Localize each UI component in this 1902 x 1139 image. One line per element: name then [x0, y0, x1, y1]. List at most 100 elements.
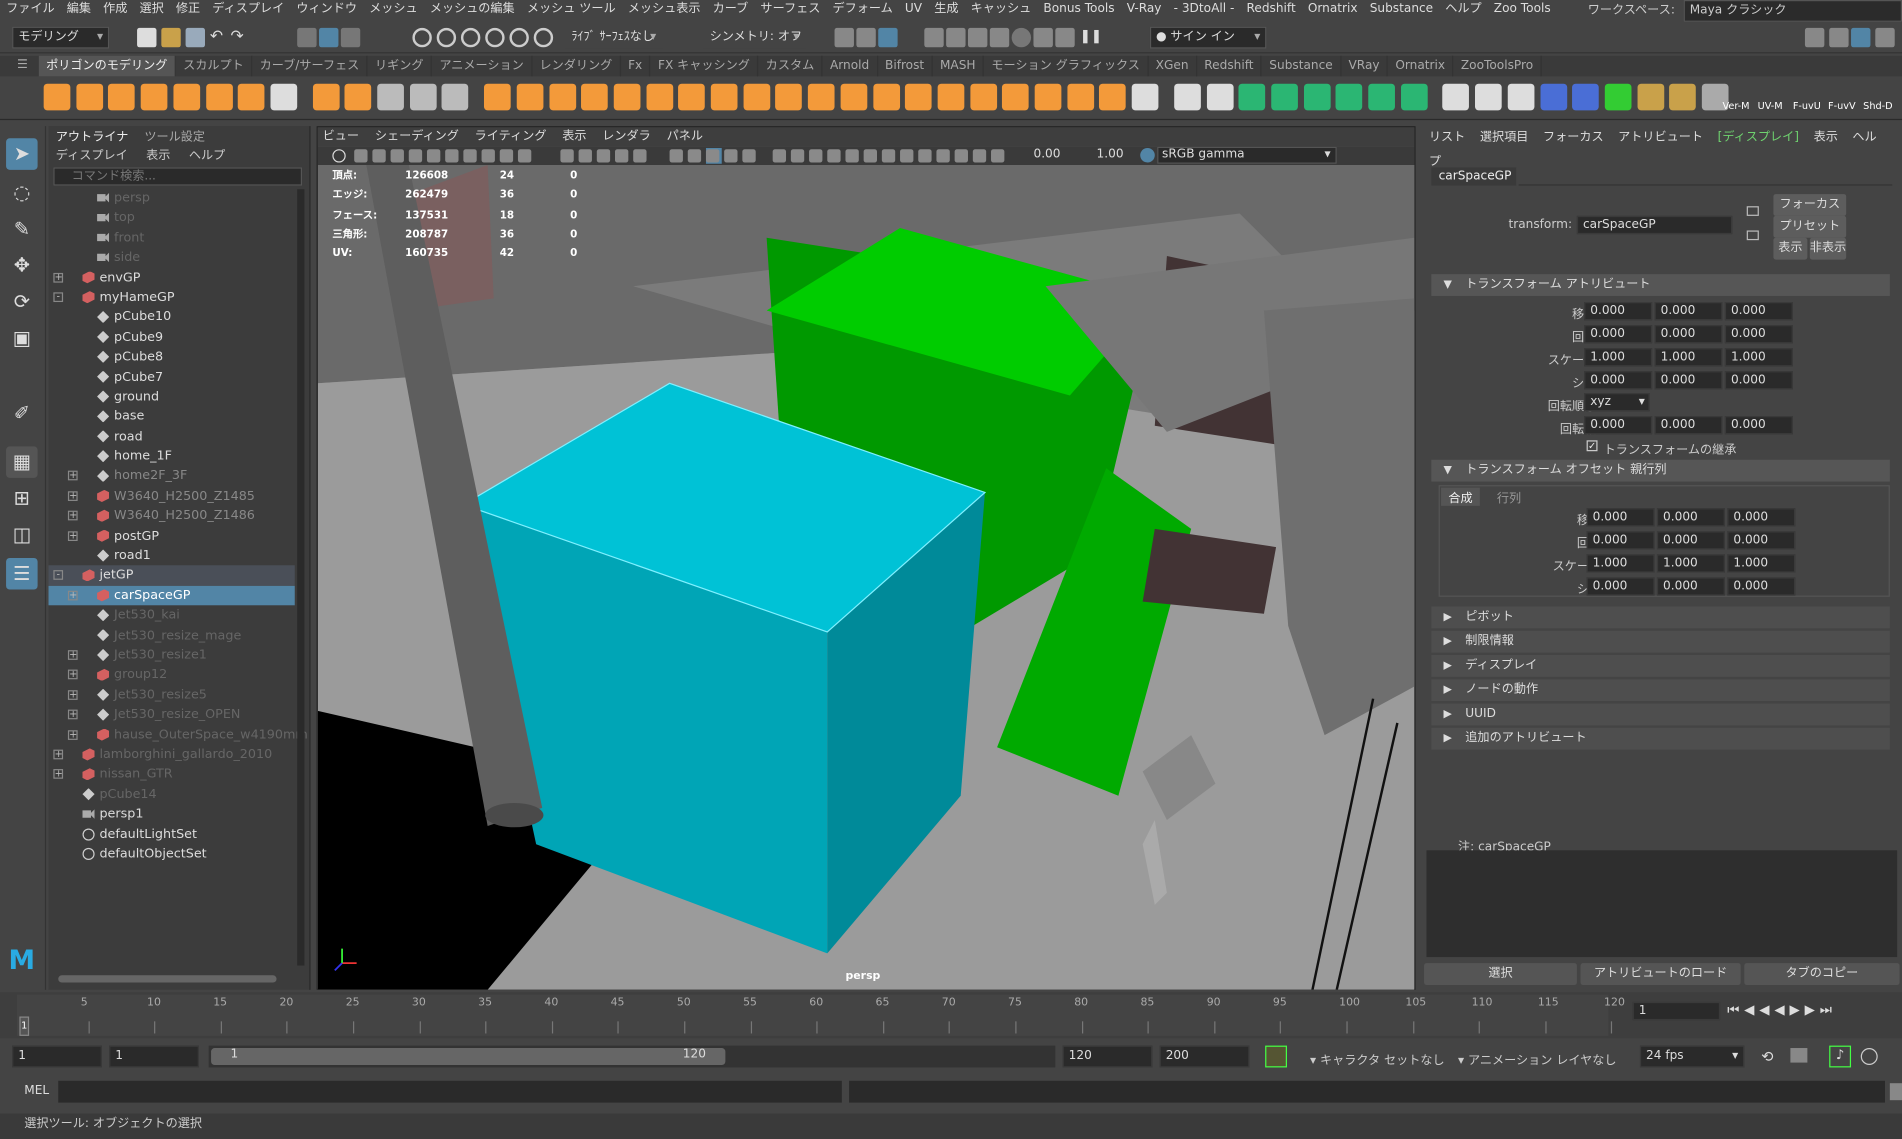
menu-item-19[interactable]: - 3DtoAll -: [1168, 0, 1241, 19]
attr-field-1-0[interactable]: 0.000: [1586, 531, 1655, 550]
viewport-tool-27-icon[interactable]: [881, 149, 896, 163]
viewport-tool-22-icon[interactable]: [790, 149, 805, 163]
shelf-tab-8[interactable]: カスタム: [758, 55, 823, 77]
menu-item-22[interactable]: Substance: [1364, 0, 1440, 19]
shelf-tool-25-icon[interactable]: [872, 83, 900, 111]
outliner-row-12[interactable]: road: [49, 427, 295, 447]
menu-item-14[interactable]: UV: [899, 0, 928, 19]
viewport-tool-20-icon[interactable]: [742, 149, 756, 163]
shelf-tool-23-icon[interactable]: [807, 83, 835, 111]
outliner-row-29[interactable]: + nissan_GTR: [49, 765, 295, 785]
menu-item-6[interactable]: ウィンドウ: [290, 0, 363, 19]
attr-field-2-1[interactable]: 1.000: [1654, 348, 1723, 367]
outliner-row-6[interactable]: pCube10: [49, 307, 295, 327]
tab-outliner[interactable]: アウトライナ: [56, 126, 129, 144]
attr-menu-4[interactable]: [ディスプレイ]: [1718, 131, 1799, 144]
outliner-row-15[interactable]: + W3640_H2500_Z1485: [49, 486, 295, 506]
attr-field-0-1[interactable]: 0.000: [1654, 302, 1723, 321]
select-button[interactable]: 選択: [1424, 963, 1577, 985]
shelf-tool-1-icon[interactable]: [76, 83, 103, 111]
shelf-label-3[interactable]: F-uvV: [1828, 101, 1856, 112]
light-editor-icon[interactable]: [1055, 27, 1075, 48]
gamma-field[interactable]: 1.00: [1097, 148, 1124, 161]
outliner-row-22[interactable]: Jet530_resize_mage: [49, 625, 295, 645]
paint-select-tool-icon[interactable]: ✎: [6, 213, 38, 245]
hide-button[interactable]: 非表示: [1809, 237, 1847, 260]
exposure-field[interactable]: 0.00: [1033, 148, 1060, 161]
show-node-icon[interactable]: [1746, 230, 1759, 241]
current-frame-field[interactable]: 1: [1632, 1001, 1721, 1021]
viewport-menu-3[interactable]: 表示: [562, 130, 586, 143]
shelf-tool-13-icon[interactable]: [484, 83, 511, 111]
viewport-tool-7-icon[interactable]: [481, 149, 495, 163]
menu-item-20[interactable]: Redshift: [1240, 0, 1301, 19]
rotate-order-dropdown[interactable]: xyz ▾: [1584, 393, 1650, 412]
outliner-row-23[interactable]: + Jet530_resize1: [49, 645, 295, 665]
menu-item-15[interactable]: 生成: [928, 0, 964, 19]
menu-item-16[interactable]: キャッシュ: [965, 0, 1038, 19]
sign-in-dropdown[interactable]: ● サイン イン: [1149, 26, 1267, 49]
shelf-tool-40-icon[interactable]: [1368, 83, 1395, 111]
outliner-row-19[interactable]: - jetGP: [48, 565, 295, 586]
animation-end-field[interactable]: 200: [1159, 1045, 1250, 1068]
shelf-tool-3-icon[interactable]: [140, 83, 168, 111]
outliner-row-25[interactable]: + Jet530_resize5: [49, 685, 295, 705]
attr-menu-5[interactable]: 表示: [1814, 131, 1838, 144]
outliner-row-18[interactable]: road1: [49, 546, 295, 566]
undo-icon[interactable]: ↶: [210, 28, 229, 47]
inherit-transform-checkbox[interactable]: ✓: [1586, 440, 1598, 452]
shelf-tab-14[interactable]: Redshift: [1197, 55, 1263, 77]
copy-tab-button[interactable]: タブのコピー: [1744, 963, 1900, 985]
shelf-tool-19-icon[interactable]: [678, 83, 706, 111]
attr-field-1-1[interactable]: 0.000: [1656, 531, 1725, 550]
outliner-row-0[interactable]: persp: [49, 188, 295, 208]
menu-item-18[interactable]: V-Ray: [1121, 0, 1168, 19]
section-transform-attributes[interactable]: ▼ トランスフォーム アトリビュート: [1431, 274, 1890, 296]
shelf-tool-44-icon[interactable]: [1507, 83, 1535, 111]
auto-key-icon[interactable]: [1265, 1045, 1287, 1068]
outliner-hscroll[interactable]: [58, 975, 277, 983]
expand-toggle-icon[interactable]: +: [67, 689, 78, 700]
transform-name-field[interactable]: carSpaceGP: [1576, 215, 1733, 235]
attr-field-3-0[interactable]: 0.000: [1586, 577, 1655, 596]
3d-scene[interactable]: 頂点: 126608 24 0 エッジ: 262479 36 0 フェース: 137531 18 0 三…: [317, 164, 1415, 990]
viewport-tool-19-icon[interactable]: [724, 149, 738, 163]
expand-toggle-icon[interactable]: +: [67, 590, 78, 601]
attribute-editor-toggle-icon[interactable]: [1851, 27, 1871, 48]
outliner-row-11[interactable]: base: [49, 407, 295, 427]
lasso-tool-icon[interactable]: ◌: [6, 177, 38, 209]
command-input[interactable]: [58, 1080, 842, 1103]
shelf-tab-16[interactable]: VRay: [1341, 55, 1389, 77]
shelf-tool-20-icon[interactable]: [710, 83, 738, 111]
move-tool-icon[interactable]: ✥: [6, 250, 38, 282]
viewport-tool-29-icon[interactable]: [918, 149, 932, 163]
section-collapsed-5[interactable]: ▶ 追加のアトリビュート: [1431, 727, 1890, 750]
outliner-row-31[interactable]: persp1: [49, 804, 295, 824]
attr-field-1-0[interactable]: 0.000: [1584, 325, 1653, 344]
menu-item-4[interactable]: 修正: [170, 0, 206, 19]
attr-field-0-2[interactable]: 0.000: [1727, 508, 1796, 527]
attr-field-2-2[interactable]: 1.000: [1724, 348, 1793, 367]
viewport-tool-33-icon[interactable]: [991, 149, 1005, 163]
viewport-tool-23-icon[interactable]: [809, 149, 823, 163]
outliner-layout-icon[interactable]: ☰: [6, 557, 38, 590]
outliner-menu-show[interactable]: 表示: [146, 149, 170, 162]
attr-field-0-0[interactable]: 0.000: [1586, 508, 1655, 527]
outliner-row-33[interactable]: defaultObjectSet: [49, 844, 295, 864]
outliner-search-input[interactable]: コマンド検索...: [53, 167, 303, 186]
time-slider[interactable]: 1 5 10 15 20 25 30 35 40 45 50 55 60 65 70 75 80 85 90 95 1…: [0, 992, 1902, 1039]
shelf-tool-48-icon[interactable]: [1637, 83, 1664, 111]
expand-toggle-icon[interactable]: +: [67, 650, 78, 660]
viewport-tool-17-icon[interactable]: [687, 149, 702, 163]
shelf-tool-11-icon[interactable]: [409, 83, 437, 111]
save-scene-icon[interactable]: [185, 27, 205, 48]
workspace-selector[interactable]: ワークスペース: Maya クラシック: [1588, 0, 1902, 22]
script-editor-icon[interactable]: [1889, 1083, 1902, 1101]
shelf-tool-10-icon[interactable]: [377, 83, 404, 111]
outliner-row-4[interactable]: + envGP: [49, 268, 295, 288]
attr-field-2-0[interactable]: 1.000: [1586, 554, 1655, 573]
expand-toggle-icon[interactable]: +: [67, 490, 78, 501]
attr-menu-2[interactable]: フォーカス: [1543, 131, 1604, 144]
viewport-tool-6-icon[interactable]: [463, 149, 477, 163]
expand-toggle-icon[interactable]: +: [53, 272, 64, 283]
